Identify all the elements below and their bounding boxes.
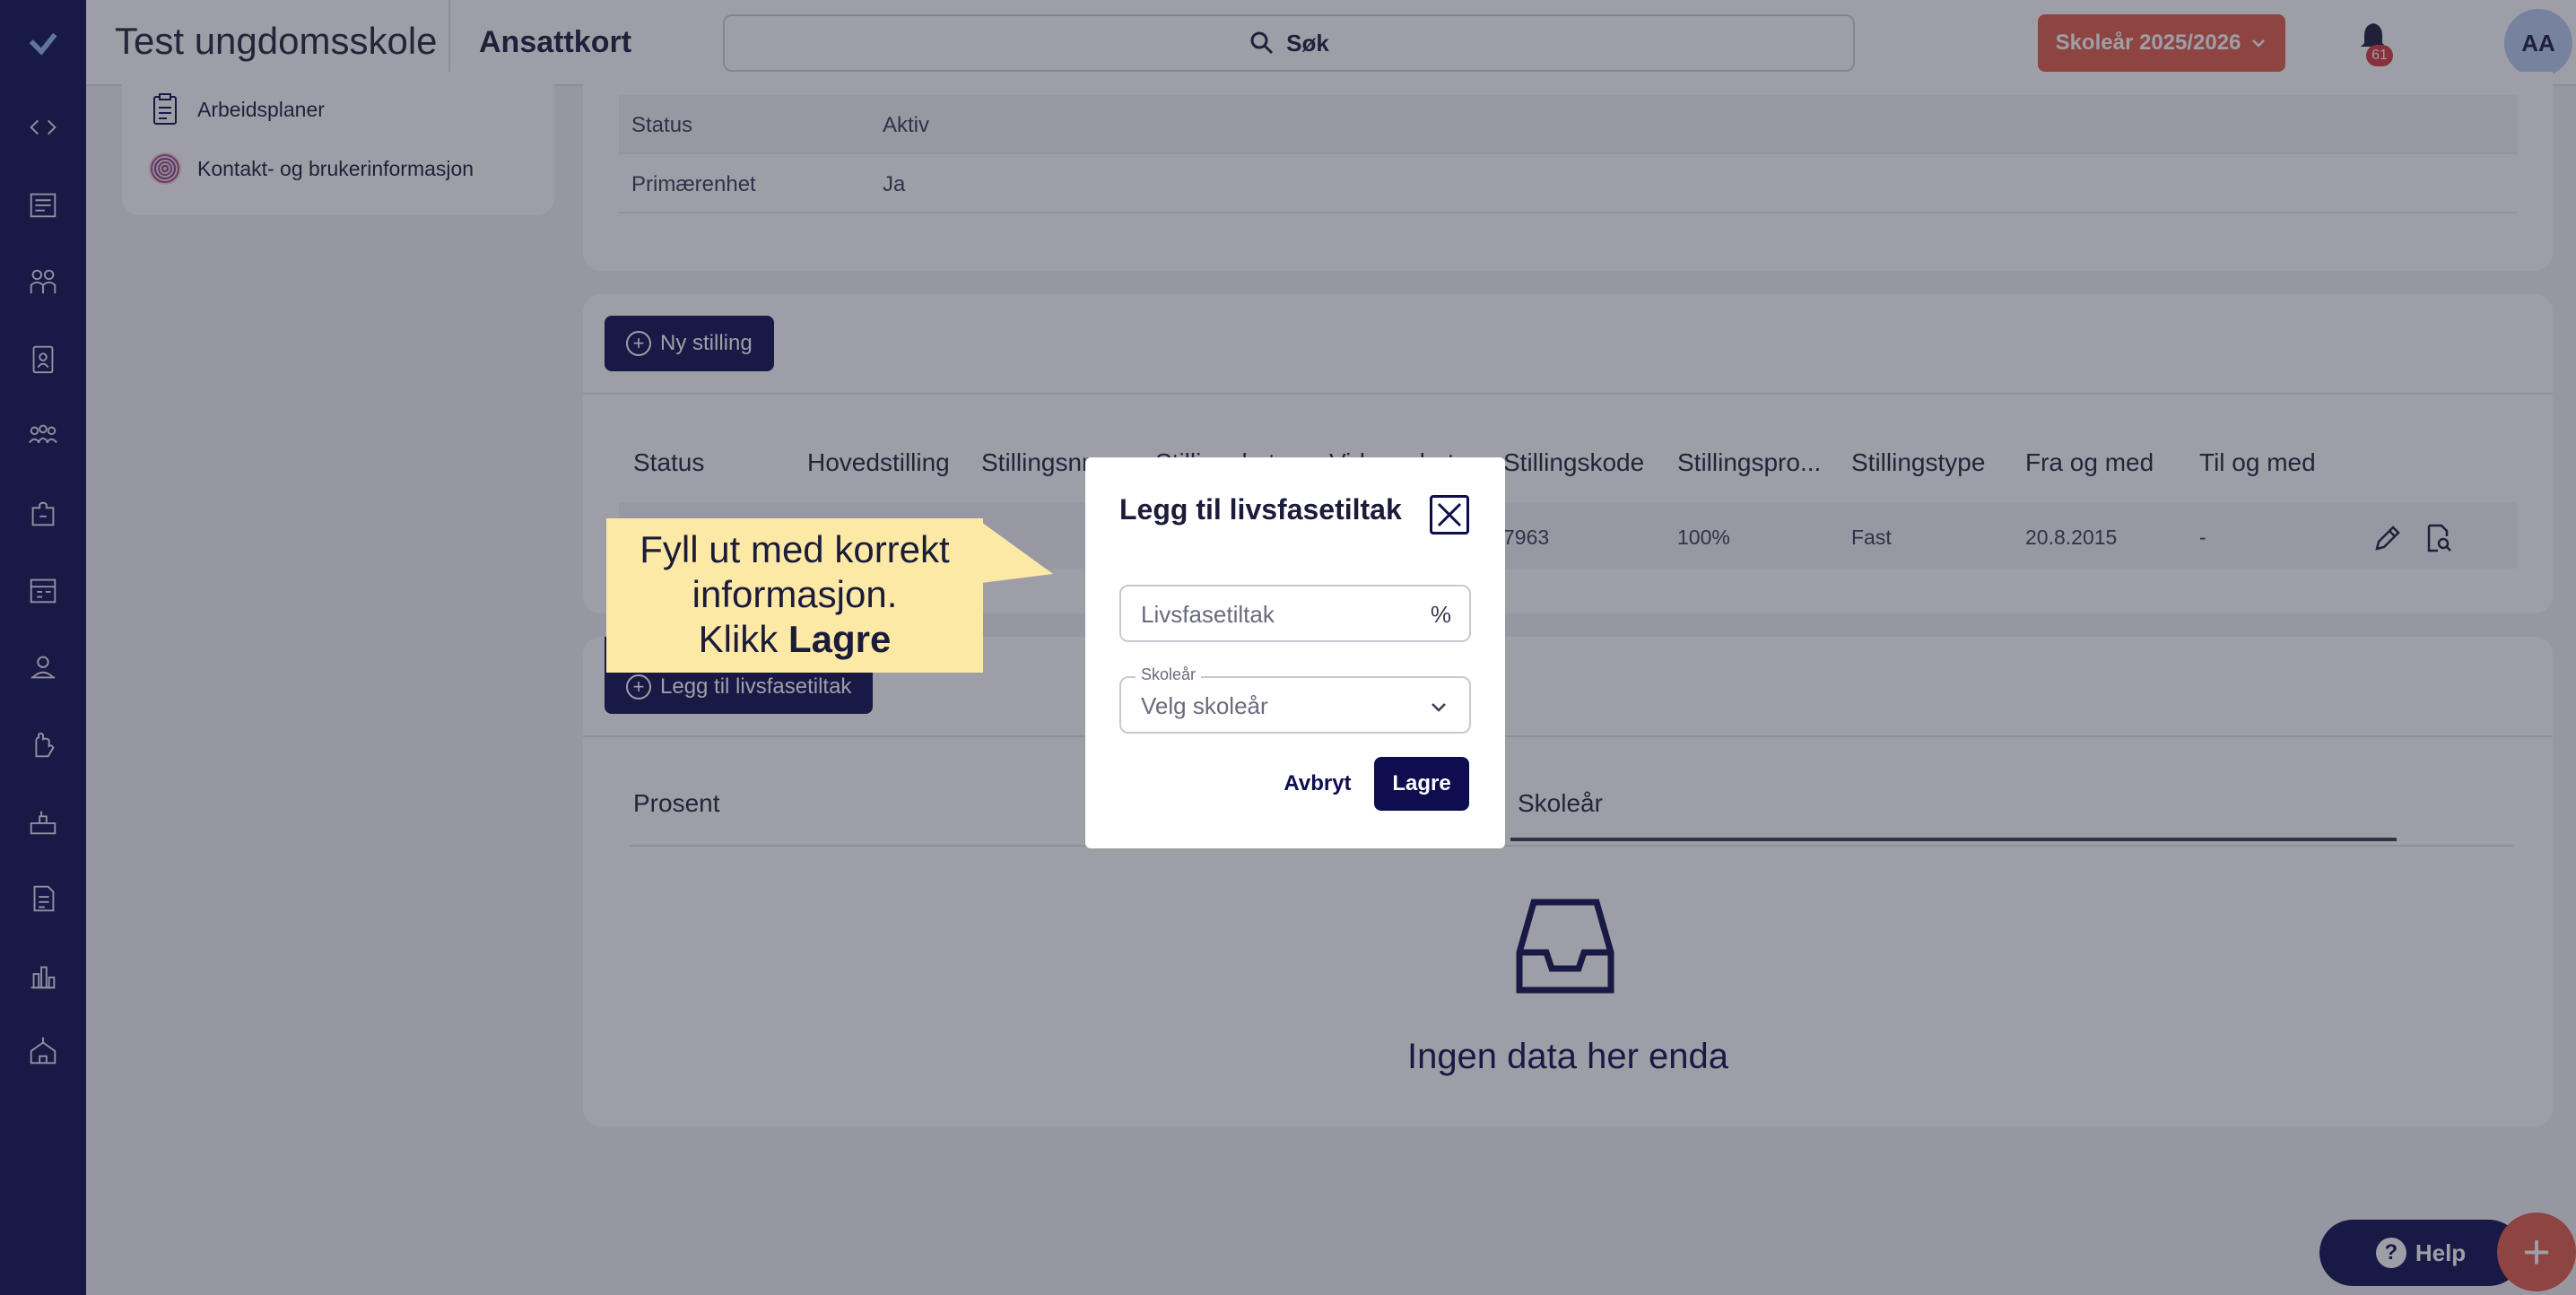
close-icon[interactable] xyxy=(1430,495,1469,535)
tooltip-emphasis: Lagre xyxy=(788,618,892,660)
life-phase-percent-input[interactable]: Livsfasetiltak % xyxy=(1119,585,1471,642)
tooltip-text: Klikk xyxy=(698,618,788,660)
tooltip-line: informasjon. xyxy=(692,573,898,615)
percent-suffix: % xyxy=(1430,601,1451,628)
cancel-button[interactable]: Avbryt xyxy=(1259,757,1376,811)
school-year-select[interactable]: Skoleår Velg skoleår xyxy=(1119,665,1471,734)
add-life-phase-dialog: Legg til livsfasetiltak Livsfasetiltak %… xyxy=(1085,457,1505,848)
dialog-title: Legg til livsfasetiltak xyxy=(1119,493,1402,526)
tooltip-line: Fyll ut med korrekt xyxy=(640,528,950,570)
guide-tooltip: Fyll ut med korrekt informasjon. Klikk L… xyxy=(606,518,983,673)
input-placeholder: Livsfasetiltak xyxy=(1141,601,1275,628)
field-label: Skoleår xyxy=(1136,665,1202,684)
chevron-down-icon xyxy=(1428,696,1449,717)
save-button[interactable]: Lagre xyxy=(1374,757,1469,811)
tooltip-line: Klikk Lagre xyxy=(606,617,983,662)
select-placeholder: Velg skoleår xyxy=(1141,692,1268,719)
